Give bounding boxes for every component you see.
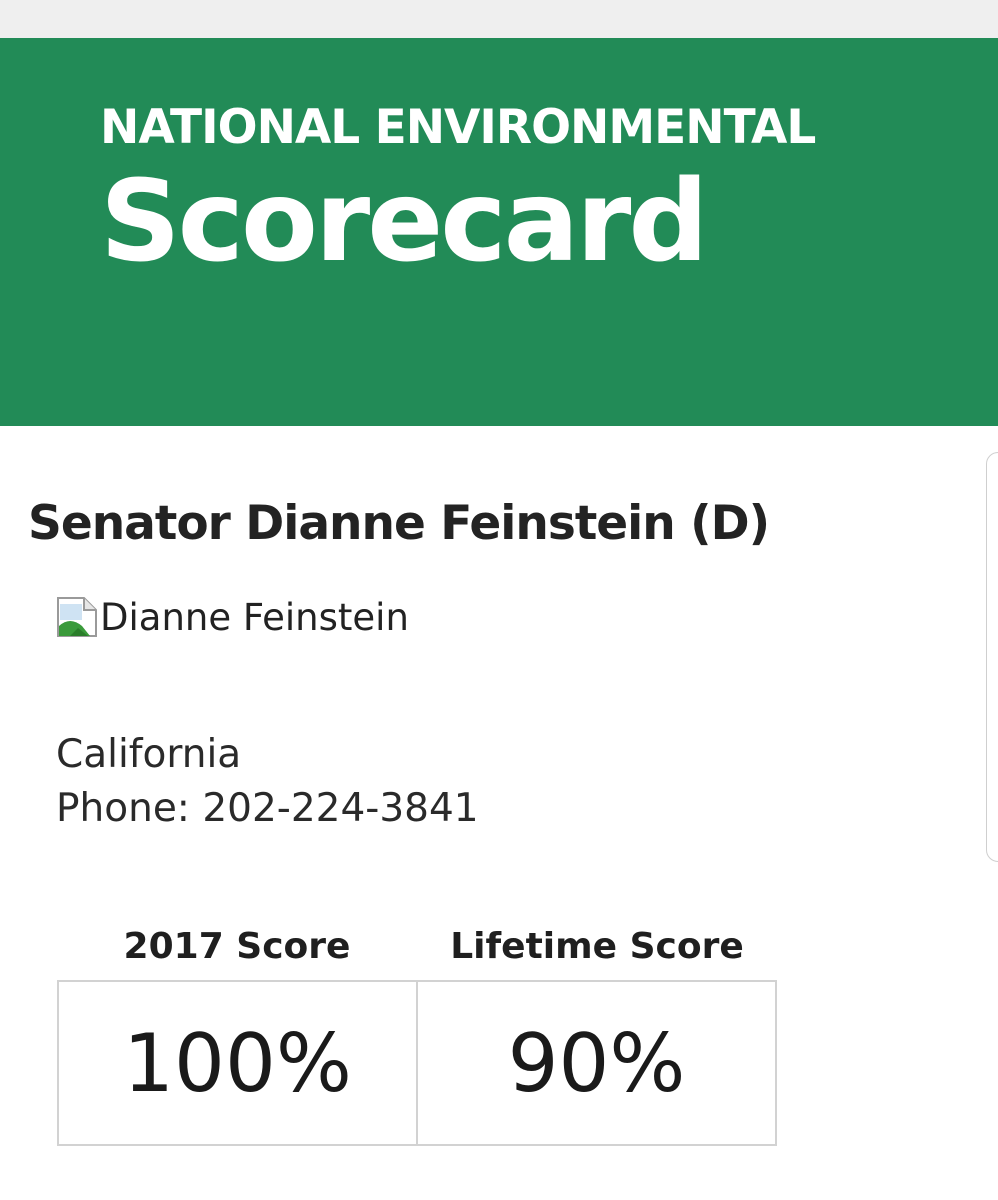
score-column-lifetime: Lifetime Score 90% bbox=[417, 922, 777, 1146]
banner-title: Scorecard bbox=[100, 157, 709, 287]
score-label-lifetime: Lifetime Score bbox=[450, 926, 744, 967]
score-value-2017: 100% bbox=[57, 980, 417, 1146]
contact-info: California Phone: 202-224-3841 bbox=[56, 728, 479, 836]
side-panel-edge bbox=[986, 452, 998, 862]
broken-image-icon bbox=[57, 597, 97, 637]
browser-top-bar bbox=[0, 0, 998, 38]
photo-alt-text: Dianne Feinstein bbox=[100, 595, 409, 639]
senator-name: Senator Dianne Feinstein (D) bbox=[28, 496, 770, 551]
banner-subtitle: NATIONAL ENVIRONMENTAL bbox=[100, 100, 816, 155]
phone-text: Phone: 202-224-3841 bbox=[56, 786, 479, 831]
score-value-lifetime: 90% bbox=[417, 980, 777, 1146]
score-label-2017: 2017 Score bbox=[123, 926, 351, 967]
state-text: California bbox=[56, 732, 242, 777]
senator-photo: Dianne Feinstein bbox=[56, 596, 409, 638]
score-column-2017: 2017 Score 100% bbox=[57, 922, 417, 1146]
